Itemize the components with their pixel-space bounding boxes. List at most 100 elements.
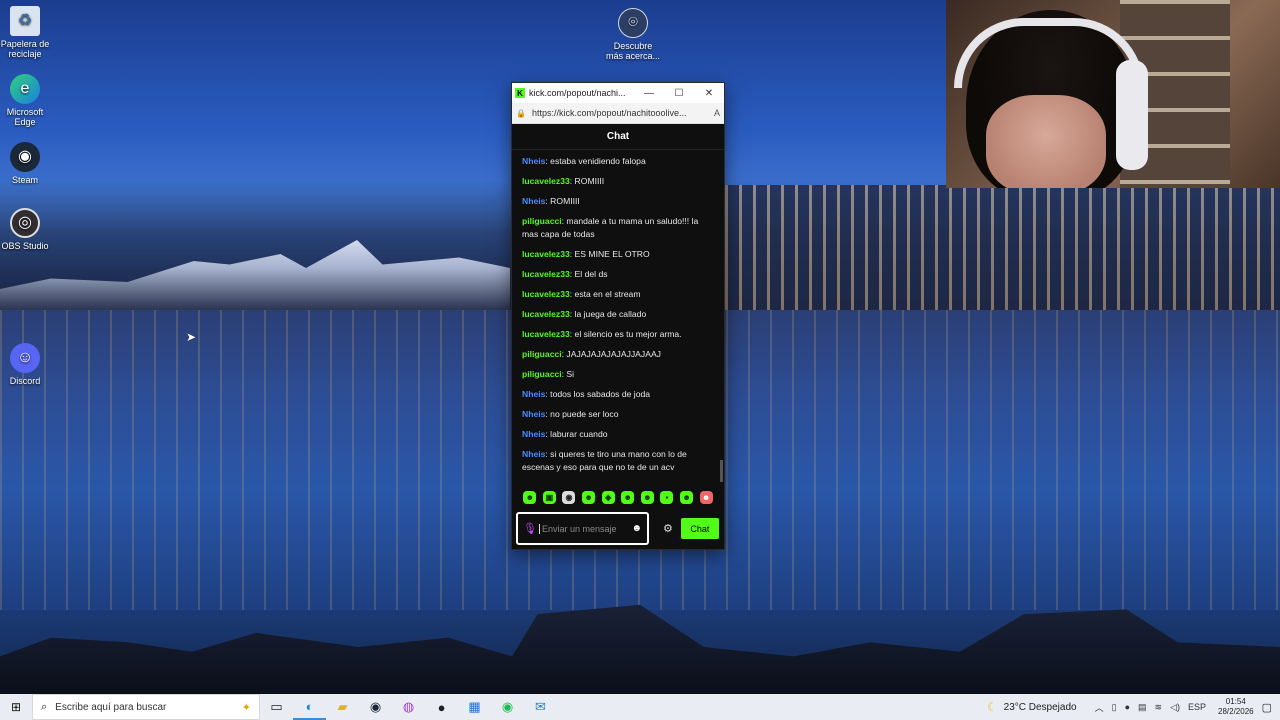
clock[interactable]: 01:54 28/2/2026 xyxy=(1218,697,1254,717)
desktop-icon-recycle-bin[interactable]: ♻ Papelera de reciclaje xyxy=(0,6,53,59)
chat-message-text: : estaba venidiendo falopa xyxy=(545,156,646,166)
chat-username[interactable]: Nheis xyxy=(522,389,545,399)
taskbar-outlook-icon[interactable]: ✉ xyxy=(524,694,557,720)
wifi-icon[interactable]: ≋ xyxy=(1155,702,1163,713)
address-url[interactable]: https://kick.com/popout/nachitooolive... xyxy=(532,108,710,118)
network-icon[interactable]: ▤ xyxy=(1138,702,1147,713)
minimize-button[interactable]: — xyxy=(634,88,664,99)
chat-scrollbar[interactable] xyxy=(720,460,723,482)
close-button[interactable]: ✕ xyxy=(694,88,724,99)
chat-input-placeholder[interactable]: Enviar un mensaje xyxy=(539,523,631,534)
taskbar-search-placeholder[interactable]: Escribe aquí para buscar xyxy=(55,702,242,713)
chat-username[interactable]: Nheis xyxy=(522,156,545,166)
language-indicator[interactable]: ESP xyxy=(1188,702,1206,712)
webcam-feed xyxy=(946,0,1280,188)
obs-icon: ◎ xyxy=(10,208,40,238)
notifications-icon[interactable]: ▢ xyxy=(1262,701,1272,714)
chat-message: lucavelez33: la juega de callado xyxy=(522,308,714,321)
chat-message: Nheis: si queres te tiro una mano con lo… xyxy=(522,448,714,474)
kick-chat-popout-window: K kick.com/popout/nachi... — ☐ ✕ 🔒 https… xyxy=(511,82,725,550)
taskbar-messenger-icon[interactable]: ◍ xyxy=(392,694,425,720)
search-icon: ⌕ xyxy=(41,700,48,713)
emote-icon[interactable]: ◈ xyxy=(601,490,615,504)
chat-settings-gear-icon[interactable]: ⚙ xyxy=(663,522,673,535)
window-titlebar[interactable]: K kick.com/popout/nachi... — ☐ ✕ xyxy=(512,83,724,103)
volume-icon[interactable]: ◁) xyxy=(1170,702,1180,713)
chat-message-text: : Si xyxy=(561,369,575,379)
chat-username[interactable]: piliguacci xyxy=(522,349,562,359)
chat-message-text: : ES MINE EL OTRO xyxy=(569,249,650,259)
headphone-earcup xyxy=(1116,60,1148,170)
chat-message-text: : la juega de callado xyxy=(569,309,647,319)
chat-username[interactable]: Nheis xyxy=(522,429,545,439)
chat-username[interactable]: Nheis xyxy=(522,196,545,206)
desktop-icon-spotlight[interactable]: ⌾ Descubre más acerca... xyxy=(605,8,661,61)
chat-username[interactable]: piliguacci xyxy=(522,216,562,226)
desktop-icon-obs[interactable]: ◎ OBS Studio xyxy=(0,208,53,251)
taskbar-edge-icon[interactable]: ◐ xyxy=(293,694,326,720)
emote-icon[interactable]: ☻ xyxy=(640,490,654,504)
streamer-face xyxy=(986,95,1106,188)
emote-icon[interactable]: ▣ xyxy=(542,490,556,504)
chat-username[interactable]: lucavelez33 xyxy=(522,329,570,339)
address-bar[interactable]: 🔒 https://kick.com/popout/nachitooolive.… xyxy=(512,103,724,124)
start-button[interactable]: ⊞ xyxy=(0,700,32,714)
microphone-tray-icon[interactable]: ● xyxy=(1125,702,1130,712)
emoji-picker-icon[interactable]: ☻ xyxy=(631,523,642,534)
emote-icon[interactable]: ◉ xyxy=(562,490,576,504)
task-view-icon[interactable]: ▭ xyxy=(260,694,293,720)
chat-header: Chat xyxy=(512,124,724,150)
chat-username[interactable]: Nheis xyxy=(522,409,545,419)
chat-username[interactable]: lucavelez33 xyxy=(522,309,570,319)
chat-username[interactable]: piliguacci xyxy=(522,369,562,379)
chat-username[interactable]: lucavelez33 xyxy=(522,176,570,186)
taskbar-spotify-icon[interactable]: ◉ xyxy=(491,694,524,720)
chat-message-list[interactable]: Nheis: estaba venidiendo falopa lucavelez… xyxy=(512,150,724,486)
chat-message: lucavelez33: ES MINE EL OTRO xyxy=(522,248,714,261)
taskbar-store-icon[interactable]: ▦ xyxy=(458,694,491,720)
emote-icon[interactable]: ☻ xyxy=(621,490,635,504)
clock-date: 28/2/2026 xyxy=(1218,707,1254,716)
copilot-sparkle-icon[interactable]: ✦ xyxy=(242,701,251,714)
edge-icon: e xyxy=(10,74,40,104)
taskbar-obs-icon[interactable]: ● xyxy=(425,694,458,720)
desktop-icon-label: Discord xyxy=(9,376,41,386)
tray-app-icon[interactable]: ▯ xyxy=(1112,702,1117,713)
wallpaper-rocks xyxy=(0,604,1280,694)
chat-username[interactable]: Nheis xyxy=(522,449,545,459)
emote-icon[interactable]: ☻ xyxy=(680,490,694,504)
chat-message: Nheis: no puede ser loco xyxy=(522,408,714,421)
taskbar-steam-icon[interactable]: ◉ xyxy=(359,694,392,720)
desktop-icon-discord[interactable]: ☺ Discord xyxy=(0,343,53,386)
weather-widget[interactable]: ☾ 23°C Despejado xyxy=(987,700,1077,714)
chat-message-text: : no puede ser loco xyxy=(545,409,619,419)
chat-message-text: : ROMIIII xyxy=(545,196,580,206)
emote-icon[interactable]: ▪ xyxy=(660,490,674,504)
maximize-button[interactable]: ☐ xyxy=(664,88,694,99)
kick-favicon-icon: K xyxy=(515,88,525,98)
clock-time: 01:54 xyxy=(1225,697,1246,706)
chat-username[interactable]: lucavelez33 xyxy=(522,269,570,279)
desktop-icon-steam[interactable]: ◉ Steam xyxy=(0,142,53,185)
system-tray: ☾ 23°C Despejado ︿ ▯ ● ▤ ≋ ◁) ESP 01:54 … xyxy=(987,694,1280,720)
desktop-icon-label: Papelera de reciclaje xyxy=(0,39,50,59)
chat-message-input[interactable]: 🎙 Enviar un mensaje ☻ xyxy=(516,512,649,545)
chat-username[interactable]: lucavelez33 xyxy=(522,289,570,299)
emote-icon[interactable]: ☻ xyxy=(582,490,596,504)
chat-message: piliguacci: mandale a tu mama un saludo!… xyxy=(522,215,714,241)
send-chat-button[interactable]: Chat xyxy=(680,518,719,539)
chat-username[interactable]: lucavelez33 xyxy=(522,249,570,259)
emote-icon[interactable]: ☻ xyxy=(699,490,713,504)
read-aloud-icon[interactable]: A xyxy=(714,108,720,118)
emote-icon[interactable]: ☻ xyxy=(523,490,537,504)
chat-message: lucavelez33: ROMIIII xyxy=(522,175,714,188)
wallpaper-skyline xyxy=(725,185,1280,310)
show-hidden-icons-chevron-icon[interactable]: ︿ xyxy=(1095,701,1104,714)
taskbar-search-box[interactable]: ⌕ Escribe aquí para buscar ✦ xyxy=(32,694,260,720)
chat-message: lucavelez33: esta en el stream xyxy=(522,288,714,301)
desktop-icon-label: OBS Studio xyxy=(1,241,49,251)
desktop-icon-label: Microsoft Edge xyxy=(6,107,44,127)
taskbar-file-explorer-icon[interactable]: ▰ xyxy=(326,694,359,720)
microphone-icon[interactable]: 🎙 xyxy=(523,522,537,535)
desktop-icon-edge[interactable]: e Microsoft Edge xyxy=(0,74,53,127)
